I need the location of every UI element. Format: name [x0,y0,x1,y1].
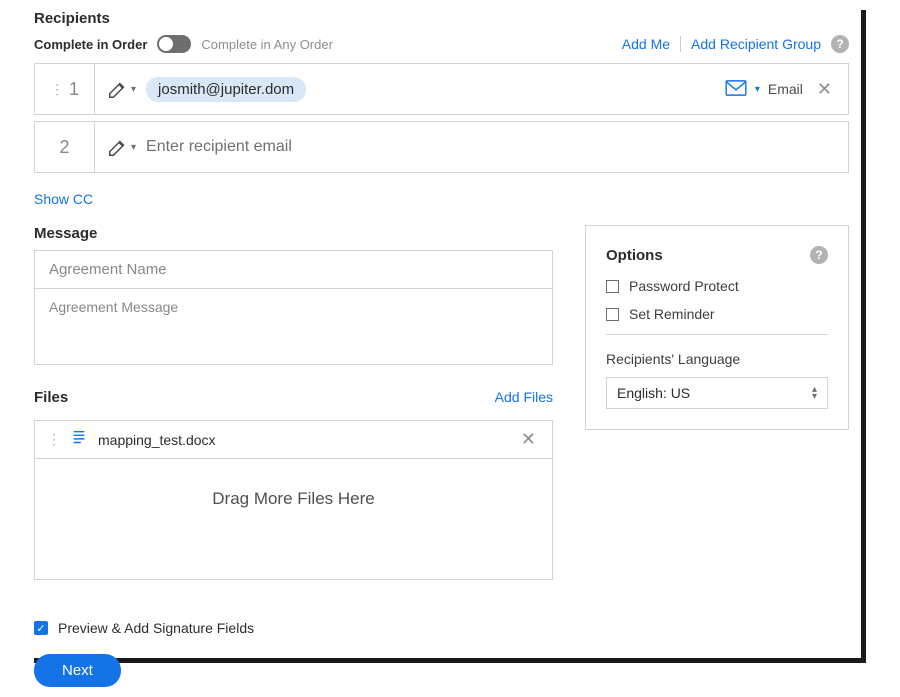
help-icon[interactable]: ? [810,246,828,264]
set-reminder-row[interactable]: Set Reminder [606,306,828,322]
complete-any-order-label: Complete in Any Order [201,37,333,52]
show-cc-link[interactable]: Show CC [34,191,93,207]
drag-handle-icon[interactable]: ⋮ [47,431,60,448]
recipients-heading: Recipients [34,10,849,27]
pen-icon [107,136,129,158]
chevron-down-icon: ▾ [131,142,136,153]
drag-handle-icon[interactable]: ⋮ [50,81,63,98]
delivery-label: Email [768,81,803,97]
message-heading: Message [34,225,553,242]
password-protect-row[interactable]: Password Protect [606,278,828,294]
add-me-link[interactable]: Add Me [622,36,670,52]
preview-row[interactable]: ✓ Preview & Add Signature Fields [34,620,849,636]
envelope-icon [725,80,747,99]
file-name: mapping_test.docx [98,432,507,448]
set-reminder-label: Set Reminder [629,306,715,322]
updown-icon: ▴▾ [812,386,817,400]
chevron-down-icon: ▾ [131,84,136,95]
checkbox-checked-icon[interactable]: ✓ [34,621,48,635]
message-box [34,250,553,365]
recipient-order-cell[interactable]: 2 [35,122,95,172]
files-box: ⋮ mapping_test.docx ✕ Drag More Files He… [34,420,553,580]
checkbox-empty-icon[interactable] [606,280,619,293]
divider [606,334,828,335]
order-toggle[interactable] [157,35,191,53]
add-files-link[interactable]: Add Files [495,389,553,405]
password-protect-label: Password Protect [629,278,739,294]
divider [680,36,681,52]
recipient-role-picker[interactable]: ▾ [107,136,136,158]
recipient-order-number: 1 [69,79,79,100]
files-heading: Files [34,389,68,406]
language-label: Recipients' Language [606,351,828,367]
recipient-row: 2 ▾ [34,121,849,173]
delivery-picker[interactable]: ▾ Email [725,80,803,99]
file-drop-zone[interactable]: Drag More Files Here [35,459,552,579]
file-row: ⋮ mapping_test.docx ✕ [35,421,552,459]
recipient-email-input[interactable] [146,138,836,156]
chevron-down-icon: ▾ [755,84,760,95]
add-recipient-group-link[interactable]: Add Recipient Group [691,36,821,52]
recipient-order-number: 2 [59,137,69,158]
recipient-row: ⋮ 1 ▾ josmith@jupiter.dom ▾ Email ✕ [34,63,849,115]
agreement-name-input[interactable] [35,251,552,289]
options-heading: Options [606,247,663,264]
agreement-message-input[interactable] [35,289,552,361]
next-button[interactable]: Next [34,654,121,687]
recipient-chip[interactable]: josmith@jupiter.dom [146,77,306,102]
complete-in-order-label: Complete in Order [34,37,147,52]
checkbox-empty-icon[interactable] [606,308,619,321]
language-value: English: US [617,385,690,401]
preview-label: Preview & Add Signature Fields [58,620,254,636]
remove-file-button[interactable]: ✕ [517,429,540,450]
options-panel: Options ? Password Protect Set Reminder … [585,225,849,430]
recipient-order-cell[interactable]: ⋮ 1 [35,64,95,114]
pen-icon [107,78,129,100]
help-icon[interactable]: ? [831,35,849,53]
recipient-role-picker[interactable]: ▾ [107,78,136,100]
remove-recipient-button[interactable]: ✕ [813,79,836,100]
document-icon [70,429,88,450]
language-select[interactable]: English: US ▴▾ [606,377,828,409]
